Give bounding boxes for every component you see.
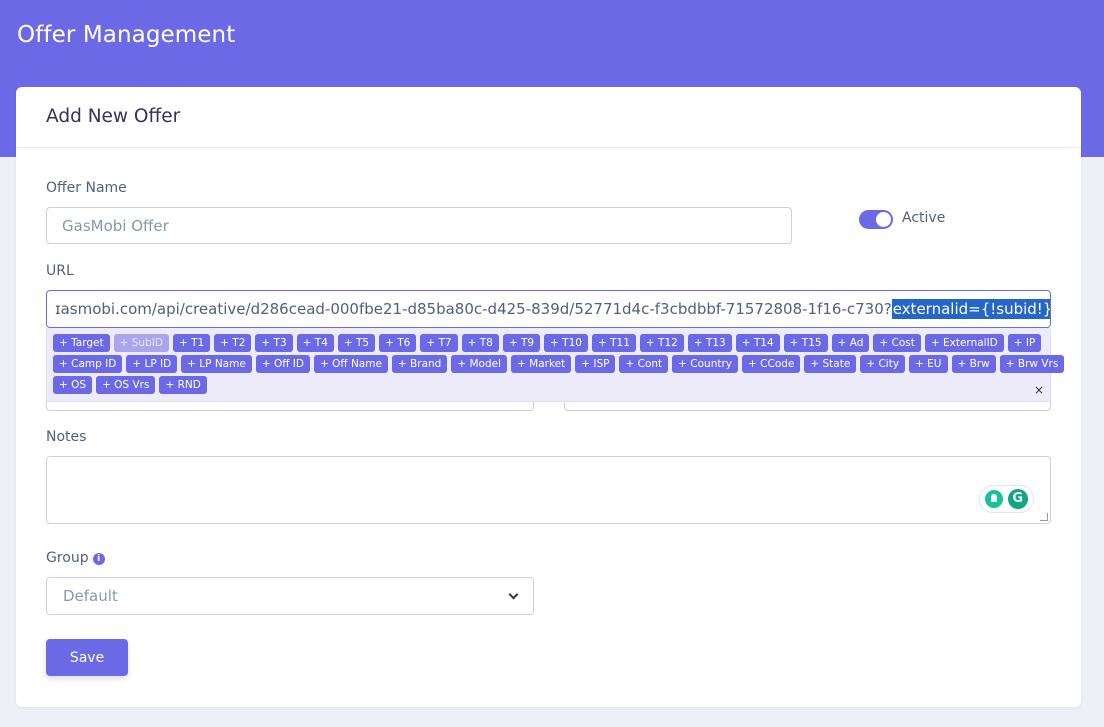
token-button[interactable]: + Cost: [873, 334, 921, 352]
token-button[interactable]: + Market: [511, 355, 572, 373]
token-button[interactable]: + T1: [172, 334, 211, 352]
token-button[interactable]: + Model: [451, 355, 508, 373]
offer-name-input[interactable]: GasMobi Offer: [46, 207, 792, 244]
toggle-knob: [876, 212, 891, 227]
info-icon[interactable]: i: [92, 553, 105, 565]
token-button[interactable]: + T10: [544, 334, 588, 352]
token-button[interactable]: + T13: [687, 334, 732, 352]
token-button[interactable]: + Off Name: [313, 355, 388, 373]
token-button[interactable]: + T8: [461, 334, 499, 352]
token-button[interactable]: + ExternalID: [924, 334, 1004, 352]
token-button[interactable]: + Brw Vrs: [999, 355, 1065, 373]
token-button[interactable]: + SubID: [113, 334, 169, 352]
token-button[interactable]: + T15: [783, 334, 828, 352]
token-button[interactable]: + T5: [337, 334, 376, 352]
token-button[interactable]: + T14: [735, 334, 780, 352]
token-button[interactable]: + T11: [591, 334, 636, 352]
group-label: Group i: [46, 550, 105, 566]
hidden-field-left[interactable]: [46, 402, 534, 411]
token-list: + Target + SubID + T1 + T2 + T3 + T4 + T5 + T6 +…: [53, 334, 1065, 397]
save-button[interactable]: Save: [46, 639, 128, 676]
token-button[interactable]: + OS Vrs: [96, 376, 156, 394]
token-button[interactable]: + RND: [159, 376, 207, 394]
group-label-text: Group: [46, 550, 89, 566]
notes-textarea[interactable]: G: [46, 456, 1051, 524]
token-row: + OS + OS Vrs + RND: [53, 376, 1033, 394]
page-title: Offer Management: [17, 22, 236, 48]
token-button[interactable]: + EU: [909, 355, 948, 373]
token-button[interactable]: + Ad: [831, 334, 870, 352]
token-button[interactable]: + Camp ID: [53, 355, 123, 373]
offer-name-label: Offer Name: [46, 180, 127, 196]
resize-handle[interactable]: [1040, 513, 1048, 521]
token-button[interactable]: + Brw: [951, 355, 996, 373]
hidden-field-right[interactable]: [564, 402, 1051, 411]
grammarly-widget[interactable]: G: [979, 485, 1034, 513]
url-selected-text: externalid={!subid!}: [891, 299, 1050, 319]
token-button[interactable]: + T4: [296, 334, 334, 352]
url-input[interactable]: ɪasmobi.com/api/creative/d286cead-000fbe…: [46, 290, 1051, 328]
notes-label: Notes: [46, 429, 87, 445]
token-button[interactable]: + LP ID: [126, 355, 178, 373]
token-row: + Camp ID + LP ID + LP Name + Off ID + Off N…: [53, 355, 1065, 373]
token-button[interactable]: + Country: [672, 355, 739, 373]
token-button[interactable]: + T12: [639, 334, 684, 352]
url-label: URL: [46, 263, 74, 279]
token-button[interactable]: + LP Name: [181, 355, 252, 373]
token-button[interactable]: + T2: [214, 334, 252, 352]
card-title: Add New Offer: [46, 106, 181, 127]
token-button[interactable]: + Cont: [619, 355, 669, 373]
chevron-down-icon: [508, 589, 519, 599]
token-button[interactable]: + Brand: [391, 355, 448, 373]
active-toggle[interactable]: [859, 210, 893, 229]
token-button[interactable]: + ISP: [575, 355, 616, 373]
group-select[interactable]: Default: [46, 577, 534, 615]
token-button[interactable]: + OS: [53, 376, 93, 394]
grammarly-icon[interactable]: G: [1007, 489, 1028, 509]
card-header: Add New Offer: [16, 87, 1081, 148]
token-button[interactable]: + State: [804, 355, 857, 373]
add-offer-card: Add New Offer Offer Name GasMobi Offer A…: [16, 87, 1081, 707]
lightbulb-icon[interactable]: [985, 490, 1004, 508]
close-icon[interactable]: ×: [1034, 383, 1044, 397]
token-button[interactable]: + Target: [53, 334, 110, 352]
url-token-panel: + Target + SubID + T1 + T2 + T3 + T4 + T5 + T6 +…: [46, 328, 1065, 402]
token-button[interactable]: + Off ID: [255, 355, 310, 373]
offer-name-placeholder: GasMobi Offer: [62, 216, 169, 235]
url-text: ɪasmobi.com/api/creative/d286cead-000fbe…: [55, 300, 892, 318]
token-button[interactable]: + T6: [379, 334, 417, 352]
active-label: Active: [902, 210, 946, 226]
token-button[interactable]: + City: [860, 355, 906, 373]
token-button[interactable]: + T7: [420, 334, 458, 352]
token-button[interactable]: + T9: [502, 334, 541, 352]
token-button[interactable]: + T3: [255, 334, 293, 352]
token-row: + Target + SubID + T1 + T2 + T3 + T4 + T5 + T6 +…: [53, 334, 1042, 352]
token-button[interactable]: + CCode: [742, 355, 801, 373]
token-button[interactable]: + IP: [1007, 334, 1042, 352]
group-selected-value: Default: [63, 587, 118, 605]
